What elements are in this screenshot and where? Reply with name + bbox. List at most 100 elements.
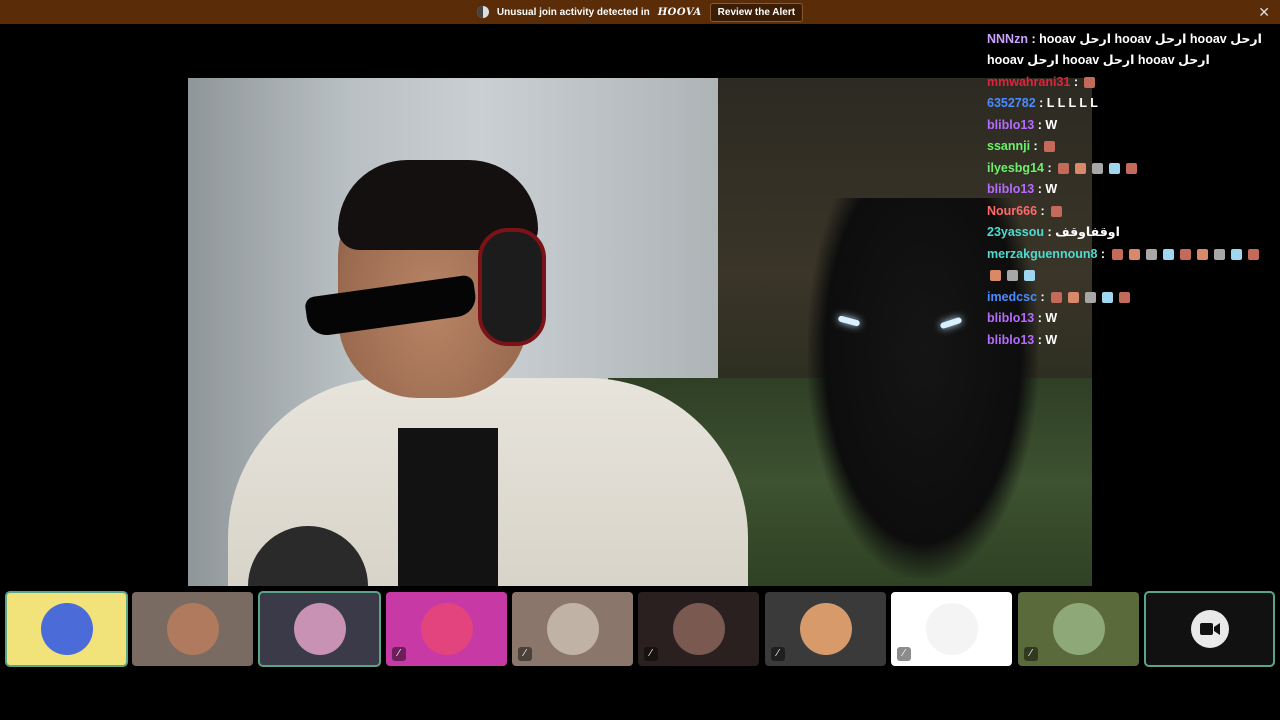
emote-icon xyxy=(1128,248,1140,260)
participant-tile[interactable]: ⁄ xyxy=(765,592,886,666)
muted-mic-icon: ⁄ xyxy=(518,647,532,661)
chat-separator: : xyxy=(1034,311,1046,325)
muted-mic-icon: ⁄ xyxy=(1024,647,1038,661)
participant-tile[interactable] xyxy=(5,591,128,667)
muted-mic-icon: ⁄ xyxy=(897,647,911,661)
muted-mic-icon: ⁄ xyxy=(771,647,785,661)
chat-username[interactable]: NNNzn xyxy=(987,32,1028,46)
person-shirt xyxy=(398,428,498,586)
muted-mic-icon: ⁄ xyxy=(644,647,658,661)
brand-name: HOOVA xyxy=(657,6,702,18)
emote-icon xyxy=(1051,205,1063,217)
chat-separator: : xyxy=(1030,139,1042,153)
camera-icon[interactable] xyxy=(1190,610,1229,648)
emote-icon xyxy=(1111,248,1123,260)
chat-message: mmwahrani31 : xyxy=(985,72,1275,94)
participant-tile[interactable]: ⁄ xyxy=(891,592,1012,666)
chat-separator: : xyxy=(1034,332,1046,347)
chat-username[interactable]: Nour666 xyxy=(987,204,1037,218)
chat-text: W xyxy=(1045,311,1058,325)
chat-username[interactable]: bliblo13 xyxy=(987,182,1034,196)
chat-separator: : xyxy=(1035,96,1047,110)
participant-avatar xyxy=(546,603,599,655)
emote-icon xyxy=(1051,291,1063,303)
emote-icon xyxy=(1162,248,1174,260)
chat-message: ssannji : xyxy=(985,136,1275,158)
emote-icon xyxy=(1044,141,1056,153)
emote-icon xyxy=(1024,270,1035,282)
chat-message: bliblo13 : W xyxy=(985,330,1275,352)
chat-username[interactable]: bliblo13 xyxy=(987,118,1034,132)
emote-icon xyxy=(1196,248,1208,260)
participant-tile[interactable] xyxy=(132,592,253,666)
chat-username[interactable]: ssannji xyxy=(987,139,1030,153)
headphones xyxy=(478,228,546,346)
chat-message: imedcsc : xyxy=(985,287,1275,309)
chat-message: ilyesbg14 : xyxy=(985,158,1275,180)
participant-tile[interactable] xyxy=(1144,591,1275,667)
chat-username[interactable]: 6352782 xyxy=(987,96,1036,110)
emote-icon xyxy=(1179,248,1191,260)
chat-username[interactable]: merzakguennoun8 xyxy=(987,247,1097,261)
chat-message: merzakguennoun8 : xyxy=(985,244,1275,287)
participant-tile[interactable] xyxy=(258,591,381,667)
chat-separator: : xyxy=(1034,117,1046,132)
chat-separator: : xyxy=(1034,182,1046,196)
chat-username[interactable]: ilyesbg14 xyxy=(987,161,1044,175)
participant-tile[interactable]: ⁄ xyxy=(386,592,507,666)
main-video[interactable] xyxy=(188,78,1092,586)
participant-avatar xyxy=(166,603,219,655)
participant-tile[interactable]: ⁄ xyxy=(638,592,759,666)
emote-icon xyxy=(1145,248,1157,260)
close-icon[interactable]: ✕ xyxy=(1258,4,1270,21)
emote-icon xyxy=(1058,162,1070,174)
chat-text: W xyxy=(1045,182,1058,196)
participant-avatar xyxy=(1052,603,1105,655)
alert-message: Unusual join activity detected in xyxy=(496,6,650,18)
emote-icon xyxy=(1102,291,1114,303)
emote-icon xyxy=(1247,248,1259,260)
emote-icon xyxy=(1084,76,1096,88)
participant-strip: ⁄ ⁄ ⁄ ⁄ ⁄ ⁄ xyxy=(0,590,1280,670)
chat-text: W xyxy=(1045,332,1058,347)
emote-icon xyxy=(1109,162,1121,174)
chat-message: bliblo13 : W xyxy=(985,308,1275,330)
emote-icon xyxy=(1068,291,1080,303)
chat-username[interactable]: mmwahrani31 xyxy=(987,75,1070,89)
chat-separator: : xyxy=(1070,74,1082,89)
alert-banner: Unusual join activity detected in HOOVA … xyxy=(0,0,1280,24)
participant-avatar xyxy=(420,603,473,655)
chat-username[interactable]: bliblo13 xyxy=(987,311,1034,325)
muted-mic-icon: ⁄ xyxy=(392,647,406,661)
emote-icon xyxy=(1075,162,1087,174)
participant-tile[interactable]: ⁄ xyxy=(512,592,633,666)
participant-tile[interactable]: ⁄ xyxy=(1018,592,1139,666)
chat-separator: : xyxy=(1097,246,1109,261)
half-circle-icon xyxy=(476,6,489,18)
participant-avatar xyxy=(672,603,725,655)
emote-icon xyxy=(1085,291,1097,303)
chat-message: 6352782 : L L L L L xyxy=(985,93,1275,115)
chat-username[interactable]: 23yassou xyxy=(987,225,1044,239)
participant-avatar xyxy=(293,603,346,655)
emote-icon xyxy=(1213,248,1225,260)
chat-text: L L L L L xyxy=(1046,96,1098,110)
chat-username[interactable]: imedcsc xyxy=(987,290,1037,304)
chat-message: Nour666 : xyxy=(985,201,1275,223)
chat-separator: : xyxy=(1037,289,1049,304)
chat-text: W xyxy=(1045,117,1058,132)
participant-avatar xyxy=(925,603,978,655)
emote-icon xyxy=(990,270,1001,282)
chat-username[interactable]: bliblo13 xyxy=(987,333,1034,347)
chat-text: اوقفاوقف xyxy=(1055,225,1120,239)
chat-separator: : xyxy=(1043,160,1056,175)
chat-separator: : xyxy=(1037,203,1049,218)
chat-message: bliblo13 : W xyxy=(985,179,1275,201)
chat-message: 23yassou : اوقفاوقف xyxy=(985,222,1275,244)
emote-icon xyxy=(1126,162,1138,174)
chat-overlay: ✦moatez_01 : ياخو اسئلة كي نم واللهNNNzn… xyxy=(985,6,1275,351)
chat-separator: : xyxy=(1027,31,1040,46)
review-alert-button[interactable]: Review the Alert xyxy=(709,2,804,22)
chat-message: NNNzn : hooav ارحل hooav ارحل hooav ارحل… xyxy=(985,29,1275,72)
emote-icon xyxy=(1119,291,1131,303)
